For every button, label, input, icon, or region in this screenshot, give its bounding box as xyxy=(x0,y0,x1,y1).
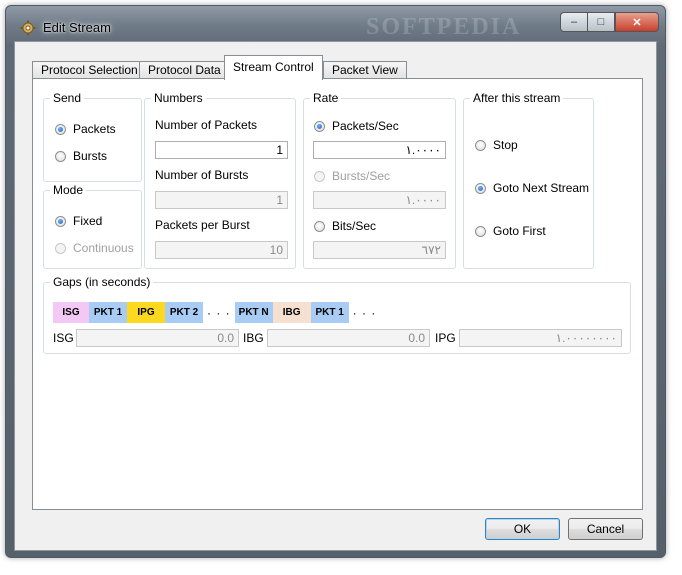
radio-checked-icon xyxy=(314,120,325,132)
window-title: Edit Stream xyxy=(43,20,111,35)
mode-legend: Mode xyxy=(50,183,87,197)
title-bar[interactable]: Edit Stream SOFTPEDIA – □ ✕ xyxy=(6,6,665,42)
num-bursts-label: Number of Bursts xyxy=(155,168,249,182)
ipg-label: IPG xyxy=(435,331,456,345)
gap-cell-isg: ISG xyxy=(53,302,89,323)
gap-cell-pktn: PKT N xyxy=(234,302,273,323)
gap-dots: · · · xyxy=(207,305,231,320)
tab-protocol-selection[interactable]: Protocol Selection xyxy=(32,61,147,79)
numbers-group: Numbers Number of Packets 1 Number of Bu… xyxy=(144,91,296,269)
radio-icon xyxy=(314,170,325,182)
numbers-legend: Numbers xyxy=(151,91,206,105)
gaps-group: Gaps (in seconds) ISG PKT 1 IPG PKT 2 · … xyxy=(43,275,631,354)
ibg-label: IBG xyxy=(243,331,264,345)
after-goto-next-radio[interactable]: Goto Next Stream xyxy=(475,181,589,195)
mode-continuous-radio[interactable]: Continuous xyxy=(55,241,134,255)
minimize-button[interactable]: – xyxy=(560,12,587,32)
after-goto-first-label: Goto First xyxy=(493,224,546,238)
send-group: Send Packets Bursts xyxy=(43,91,142,182)
rate-bursts-sec-radio[interactable]: Bursts/Sec xyxy=(314,169,390,183)
gap-diagram: ISG PKT 1 IPG PKT 2 · · · PKT N IBG PKT … xyxy=(53,302,380,323)
num-packets-input[interactable]: 1 xyxy=(155,141,288,159)
after-stop-label: Stop xyxy=(493,138,518,152)
gap-cell-pkt2: PKT 2 xyxy=(165,302,203,323)
ipg-input[interactable]: ١.٠٠٠٠٠٠٠٠ xyxy=(459,329,622,347)
gap-cell-ipg: IPG xyxy=(127,302,165,323)
edit-stream-window: Edit Stream SOFTPEDIA – □ ✕ Protocol Sel… xyxy=(5,5,666,558)
rate-bits-sec-radio[interactable]: Bits/Sec xyxy=(314,219,376,233)
tab-packet-view[interactable]: Packet View xyxy=(323,61,407,79)
packets-per-burst-label: Packets per Burst xyxy=(155,218,250,232)
send-bursts-label: Bursts xyxy=(73,149,108,163)
mode-group: Mode Fixed Continuous xyxy=(43,183,142,269)
radio-checked-icon xyxy=(55,123,66,135)
close-icon: ✕ xyxy=(632,16,642,29)
rate-legend: Rate xyxy=(310,91,342,105)
rate-group: Rate Packets/Sec ١.٠٠٠٠ Bursts/Sec ١.٠٠٠… xyxy=(303,91,456,269)
gap-cell-ibg: IBG xyxy=(272,302,311,323)
ok-button[interactable]: OK xyxy=(485,518,560,540)
radio-icon xyxy=(55,150,66,162)
packets-sec-input[interactable]: ١.٠٠٠٠ xyxy=(313,141,446,159)
after-stream-legend: After this stream xyxy=(470,91,564,105)
tab-stream-control[interactable]: Stream Control xyxy=(224,55,323,80)
tab-protocol-data[interactable]: Protocol Data xyxy=(139,61,230,79)
radio-icon xyxy=(475,225,486,237)
watermark: SOFTPEDIA xyxy=(366,14,522,40)
mode-continuous-label: Continuous xyxy=(73,241,134,255)
gap-dots-end: · · · xyxy=(352,305,377,320)
gaps-legend: Gaps (in seconds) xyxy=(50,275,154,289)
radio-icon xyxy=(55,242,66,254)
gear-icon xyxy=(20,20,36,36)
after-goto-next-label: Goto Next Stream xyxy=(493,181,590,195)
radio-icon xyxy=(475,139,486,151)
radio-checked-icon xyxy=(475,182,486,194)
packets-per-burst-input[interactable]: 10 xyxy=(155,241,288,259)
after-stop-radio[interactable]: Stop xyxy=(475,138,518,152)
isg-input[interactable]: 0.0 xyxy=(76,329,239,347)
send-packets-radio[interactable]: Packets xyxy=(55,122,116,136)
mode-fixed-label: Fixed xyxy=(73,214,103,228)
bits-sec-input[interactable]: ٦٧٢ xyxy=(313,241,446,259)
bursts-sec-input[interactable]: ١.٠٠٠٠ xyxy=(313,191,446,209)
rate-packets-sec-radio[interactable]: Packets/Sec xyxy=(314,119,399,133)
radio-checked-icon xyxy=(55,215,66,227)
ibg-input[interactable]: 0.0 xyxy=(267,329,430,347)
gap-cell-pkt1: PKT 1 xyxy=(89,302,127,323)
rate-packets-sec-label: Packets/Sec xyxy=(332,119,399,133)
send-packets-label: Packets xyxy=(73,122,116,136)
isg-label: ISG xyxy=(53,331,74,345)
rate-bursts-sec-label: Bursts/Sec xyxy=(332,169,391,183)
num-packets-label: Number of Packets xyxy=(155,118,258,132)
send-legend: Send xyxy=(50,91,85,105)
after-goto-first-radio[interactable]: Goto First xyxy=(475,224,546,238)
send-bursts-radio[interactable]: Bursts xyxy=(55,149,107,163)
cancel-button[interactable]: Cancel xyxy=(568,518,643,540)
minimize-icon: – xyxy=(570,16,578,28)
dialog-client-area: Protocol Selection Protocol Data Stream … xyxy=(14,41,657,551)
mode-fixed-radio[interactable]: Fixed xyxy=(55,214,102,228)
radio-icon xyxy=(314,220,325,232)
rate-bits-sec-label: Bits/Sec xyxy=(332,219,377,233)
close-button[interactable]: ✕ xyxy=(615,12,659,32)
maximize-icon: □ xyxy=(597,16,605,28)
stream-control-panel: Send Packets Bursts Mode Fixed Continuou… xyxy=(32,78,643,510)
gap-cell-pkt1-b: PKT 1 xyxy=(310,302,349,323)
num-bursts-input[interactable]: 1 xyxy=(155,191,288,209)
maximize-button[interactable]: □ xyxy=(587,12,615,32)
after-stream-group: After this stream Stop Goto Next Stream … xyxy=(463,91,594,269)
